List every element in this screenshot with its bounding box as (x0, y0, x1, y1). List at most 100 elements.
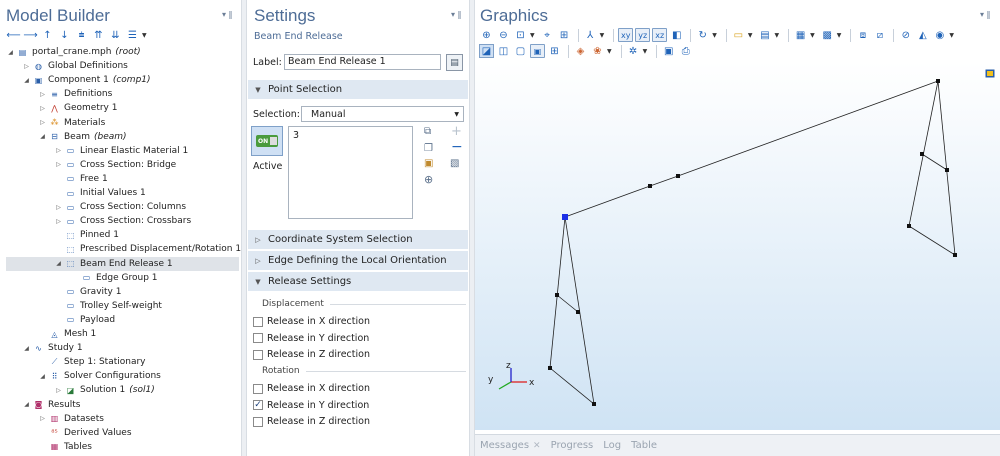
rotate-icon[interactable]: ↻ (695, 28, 710, 42)
expand-arrow-icon[interactable]: ▷ (22, 63, 31, 70)
tree-node[interactable]: ◢ ▤ portal_crane.mph (root) (6, 45, 141, 59)
render-mode-icon[interactable]: ▩ (820, 28, 835, 42)
selection-dropdown[interactable]: Manual ▼ (301, 106, 464, 122)
tree-node[interactable]: ◢ ⬚ Beam End Release 1 (6, 256, 239, 271)
view-xz-icon[interactable]: xz (652, 28, 668, 42)
paste-selection-icon[interactable]: ⧉ (424, 126, 431, 137)
hide-icon[interactable]: ⊘ (898, 28, 913, 42)
vertex[interactable] (576, 310, 580, 314)
collapse-arrow-icon[interactable]: ◢ (22, 401, 31, 408)
zoom-in-icon[interactable]: ⊕ (479, 28, 494, 42)
vertex[interactable] (907, 224, 911, 228)
tree-node[interactable]: ⁸⁵ Derived Values (38, 426, 131, 440)
tree-options-icon[interactable]: ☰ (125, 28, 140, 42)
deselect-icon[interactable]: ⧄ (872, 28, 887, 42)
tab-table[interactable]: Table (631, 440, 657, 451)
expand-arrow-icon[interactable]: ▷ (54, 204, 63, 211)
tree-node[interactable]: ◢ ⠿ Solver Configurations (38, 369, 161, 383)
tree-node[interactable]: ⬚ Prescribed Displacement/Rotation 1 (54, 242, 241, 256)
show-geometry-icon[interactable]: ◭ (915, 28, 930, 42)
view-options-icon[interactable]: ◉ (932, 28, 947, 42)
tree-node[interactable]: ▷ ▭ Linear Elastic Material 1 (54, 144, 188, 158)
tree-node[interactable]: ▷ ≡ Definitions (38, 87, 112, 101)
tree-node[interactable]: ▷ ⋀ Geometry 1 (38, 101, 117, 115)
collapse-arrow-icon[interactable]: ◢ (22, 345, 31, 352)
vertex[interactable] (648, 184, 652, 188)
checkbox[interactable] (253, 416, 263, 427)
expand-arrow-icon[interactable]: ▷ (54, 218, 63, 225)
collapse-arrow-icon[interactable]: ◢ (54, 260, 63, 267)
label-input[interactable]: Beam End Release 1 (284, 54, 441, 70)
zoom-to-selection-icon[interactable]: ⊕ (424, 173, 433, 186)
section-edge-orientation[interactable]: ▷ Edge Defining the Local Orientation (248, 251, 468, 270)
collapse-arrow-icon[interactable]: ◢ (6, 49, 15, 56)
tree-node[interactable]: ▭ Initial Values 1 (54, 186, 146, 200)
collapse-arrow-icon[interactable]: ◢ (38, 373, 47, 380)
tree-node[interactable]: ▷ ▥ Datasets (38, 412, 104, 426)
selection-list-item[interactable]: 3 (293, 130, 408, 141)
pane-controls[interactable]: ▾ ‖ (451, 10, 462, 19)
tree-node[interactable]: ◢ ∿ Study 1 (22, 341, 82, 355)
section-coordinate-system[interactable]: ▷ Coordinate System Selection (248, 230, 468, 249)
vertex[interactable] (953, 253, 957, 257)
show-icon[interactable]: ⩧ (74, 28, 89, 42)
paste-icon[interactable]: ▣ (424, 158, 433, 169)
tree-node[interactable]: ▷ ◍ Global Definitions (22, 59, 128, 73)
vertex[interactable] (945, 168, 949, 172)
back-arrow-icon[interactable]: ⟵ (6, 28, 21, 42)
wireframe-icon[interactable]: ❀ (590, 44, 605, 58)
expand-arrow-icon[interactable]: ▷ (54, 147, 63, 154)
checkbox[interactable] (253, 316, 263, 327)
expand-arrow-icon[interactable]: ▷ (54, 161, 63, 168)
vertex[interactable] (548, 366, 552, 370)
tree-node[interactable]: ▭ Trolley Self-weight (54, 299, 162, 313)
expand-arrow-icon[interactable]: ▷ (38, 415, 47, 422)
vertex[interactable] (592, 402, 596, 406)
tree-node[interactable]: ▭ Edge Group 1 (70, 271, 158, 285)
selection-list-icon[interactable]: ▤ (758, 28, 773, 42)
checkbox[interactable] (253, 333, 263, 344)
section-release-settings[interactable]: ▼ Release Settings (248, 272, 468, 291)
tree-node[interactable]: ▦ Tables (38, 440, 92, 454)
rotation-checkbox-row[interactable]: Release in X direction (253, 383, 370, 394)
tree-node[interactable]: ◢ ▣ Component 1 (comp1) (22, 73, 150, 87)
expand-arrow-icon[interactable]: ▷ (38, 105, 47, 112)
chevron-down-icon[interactable]: ▼ (607, 48, 612, 55)
move-up-icon[interactable]: ↑ (40, 28, 55, 42)
chevron-down-icon[interactable]: ▼ (748, 32, 753, 39)
vertex[interactable] (936, 79, 940, 83)
chevron-down-icon[interactable]: ▼ (810, 32, 815, 39)
copy-icon[interactable]: ❐ (424, 143, 433, 154)
checkbox[interactable] (253, 349, 263, 360)
selected-point[interactable] (562, 214, 568, 220)
tree-node[interactable]: ▭ Gravity 1 (54, 285, 122, 299)
view-3d-icon[interactable]: ◧ (669, 28, 684, 42)
close-icon[interactable]: ✕ (533, 441, 541, 451)
tree-node[interactable]: ▭ Free 1 (54, 172, 108, 186)
edge-select-icon[interactable]: ▢ (513, 44, 528, 58)
tree-node[interactable]: ▷ ▭ Cross Section: Crossbars (54, 214, 191, 228)
zoom-selected-icon[interactable]: ⊞ (557, 28, 572, 42)
tree-node[interactable]: ⬚ Pinned 1 (54, 228, 119, 242)
chevron-down-icon[interactable]: ▼ (949, 32, 954, 39)
tab-messages[interactable]: Messages ✕ (480, 440, 541, 451)
displacement-checkbox-row[interactable]: Release in Z direction (253, 349, 370, 360)
expand-arrow-icon[interactable]: ▷ (54, 387, 63, 394)
print-icon[interactable]: ⎙ (678, 44, 693, 58)
expand-arrow-icon[interactable]: ▷ (38, 119, 47, 126)
selection-list[interactable]: 3 (288, 126, 413, 219)
label-edit-icon[interactable]: ▤ (446, 54, 463, 71)
tree-node[interactable]: ▷ ▭ Cross Section: Bridge (54, 158, 176, 172)
expand-all-icon[interactable]: ⇊ (108, 28, 123, 42)
pane-controls[interactable]: ▾ ‖ (222, 10, 233, 19)
tree-node[interactable]: ⟋ Step 1: Stationary (38, 355, 146, 369)
tree-node[interactable]: ▭ Payload (54, 313, 115, 327)
boundary-select-icon[interactable]: ◫ (496, 44, 511, 58)
remove-icon[interactable]: − (451, 139, 463, 155)
collapse-arrow-icon[interactable]: ◢ (38, 133, 47, 140)
view-xy-icon[interactable]: xy (618, 28, 634, 42)
view-axes-icon[interactable]: ⅄ (583, 28, 598, 42)
zoom-extents-icon[interactable]: ⌖ (540, 28, 555, 42)
chevron-down-icon[interactable]: ▼ (142, 32, 147, 39)
add-icon[interactable]: + (451, 124, 462, 139)
